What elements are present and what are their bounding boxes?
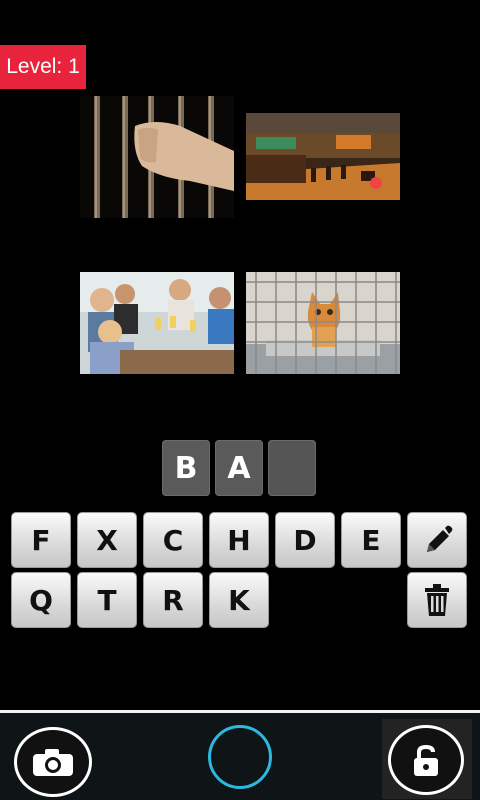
- letter-key-9[interactable]: R: [143, 572, 203, 628]
- clue-photo-bar-interior[interactable]: [246, 113, 400, 200]
- letter-key-7[interactable]: Q: [11, 572, 71, 628]
- trash-icon: [425, 584, 449, 616]
- bottom-bar: [0, 710, 480, 800]
- answer-slot-2[interactable]: A: [215, 440, 263, 496]
- answer-slots: B A: [162, 440, 316, 496]
- camera-icon: [33, 749, 73, 776]
- camera-button[interactable]: [14, 727, 92, 797]
- letter-key-1[interactable]: F: [11, 512, 71, 568]
- letter-key-3[interactable]: C: [143, 512, 203, 568]
- delete-trash-button[interactable]: [407, 572, 467, 628]
- answer-slot-1[interactable]: B: [162, 440, 210, 496]
- unlock-icon: [414, 745, 438, 776]
- unlock-button[interactable]: [388, 725, 464, 795]
- letter-key-5[interactable]: D: [275, 512, 335, 568]
- level-badge: Level: 1: [0, 45, 86, 89]
- unlock-button-frame: [382, 719, 472, 799]
- letter-key-4[interactable]: H: [209, 512, 269, 568]
- clue-photo-prison-bars[interactable]: [80, 96, 234, 218]
- letter-key-2[interactable]: X: [77, 512, 137, 568]
- letter-key-6[interactable]: E: [341, 512, 401, 568]
- clue-photo-friends-toasting[interactable]: [80, 272, 234, 374]
- letter-key-8[interactable]: T: [77, 572, 137, 628]
- clue-photo-cat-in-cage[interactable]: [246, 272, 400, 374]
- pencil-icon: [427, 525, 453, 552]
- center-circle-button[interactable]: [208, 725, 272, 789]
- letter-key-10[interactable]: K: [209, 572, 269, 628]
- hint-pencil-button[interactable]: [407, 512, 467, 568]
- answer-slot-3[interactable]: [268, 440, 316, 496]
